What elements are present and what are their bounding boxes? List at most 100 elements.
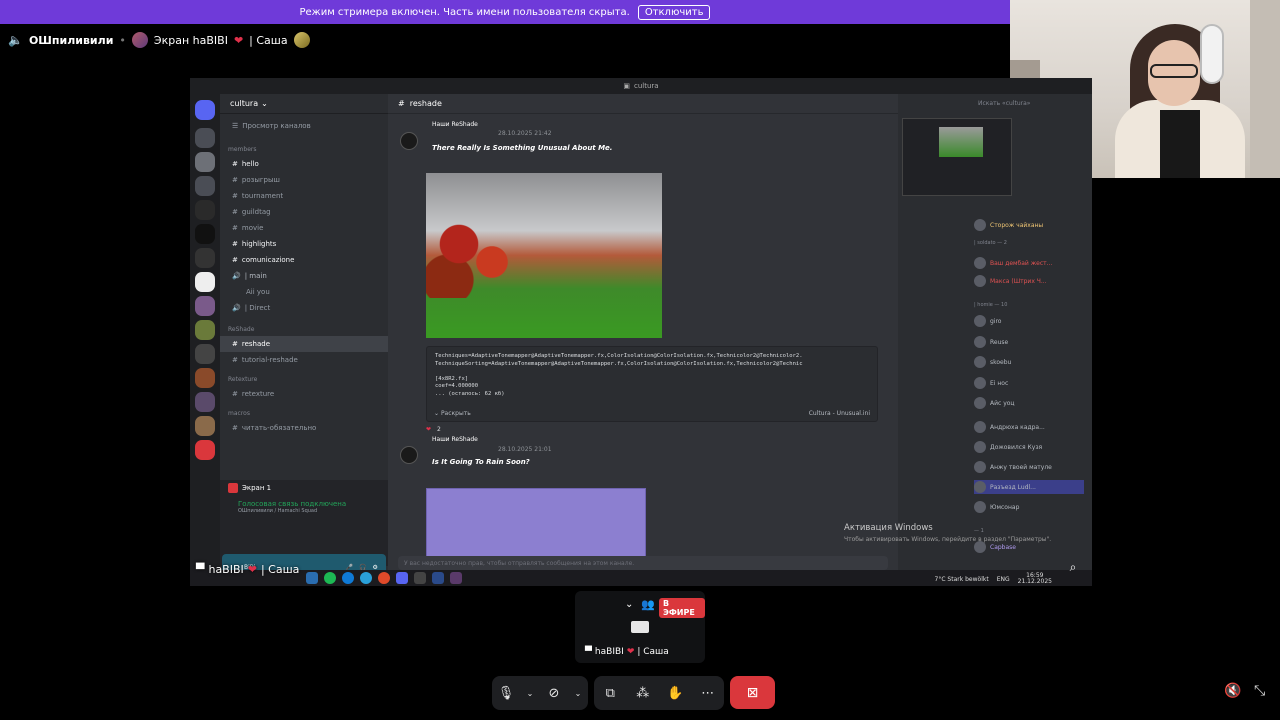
channel-tutorial-reshade[interactable]: # tutorial-reshade [220, 352, 388, 368]
mic-options-chevron-icon[interactable]: ⌄ [523, 689, 537, 698]
member-item[interactable]: Сторож чайханы [974, 218, 1043, 232]
server-icon-4[interactable] [195, 200, 215, 220]
voice-channel-main[interactable]: 🔊 | main [220, 268, 388, 284]
server-icon-5[interactable] [195, 224, 215, 244]
member-item[interactable]: Андрюха кадра... [974, 420, 1045, 434]
channel-sidebar: cultura ⌄ ☰ Просмотр каналов members # h… [220, 94, 388, 580]
stream-preview[interactable] [902, 118, 1012, 196]
exit-fullscreen-icon[interactable]: ⤡ [1254, 683, 1265, 699]
camera-off-icon[interactable]: ⊘ [543, 686, 565, 701]
language-indicator[interactable]: ENG [997, 576, 1010, 583]
category-macros[interactable]: macros [220, 406, 388, 420]
member-item[interactable]: Дожовился Кузя [974, 440, 1042, 454]
spotify-icon[interactable] [324, 572, 336, 584]
member-item[interactable]: giro [974, 314, 1001, 328]
message-author[interactable]: Наши ReShade [432, 121, 478, 128]
member-item[interactable]: Анжу твоей матуле [974, 460, 1052, 474]
microphone-icon[interactable]: 🎙 [495, 686, 517, 701]
soundboard-icon[interactable]: ✋ [664, 686, 686, 701]
category-members[interactable]: members [220, 142, 388, 156]
message-avatar[interactable] [400, 132, 418, 150]
channel-hello[interactable]: # hello [220, 156, 388, 172]
opera-icon[interactable] [378, 572, 390, 584]
message-author[interactable]: Наши ReShade [432, 436, 478, 443]
discord-icon[interactable] [396, 572, 408, 584]
member-item[interactable]: Макса (Штрих Ч... [974, 274, 1047, 288]
camera-options-chevron-icon[interactable]: ⌄ [571, 689, 585, 698]
message-input[interactable]: У вас недостаточно прав, чтобы отправлят… [398, 556, 888, 570]
channel-movie[interactable]: # movie [220, 220, 388, 236]
webcam-door [1250, 0, 1280, 178]
server-icon-9[interactable] [195, 320, 215, 340]
server-icon-3[interactable] [195, 176, 215, 196]
channel-highlights[interactable]: # highlights [220, 236, 388, 252]
channel-giveaway[interactable]: # розыгрыш [220, 172, 388, 188]
dm-icon[interactable] [195, 100, 215, 120]
webcam-headphone [1200, 24, 1224, 84]
channel-read-required[interactable]: # читать-обязательно [220, 420, 388, 436]
server-header[interactable]: cultura ⌄ [220, 94, 388, 114]
voice-user[interactable]: Aii you [220, 284, 388, 300]
server-list [190, 94, 220, 570]
screen-share-row[interactable]: Экран 1 [220, 480, 388, 496]
screen-share-icon[interactable]: ⧉ [599, 686, 621, 701]
app-icon[interactable] [450, 572, 462, 584]
member-item[interactable]: Ваш дембай жест... [974, 256, 1052, 270]
participant-tile[interactable]: ⌄ 👥 В ЭФИРЕ ▀ haBIBI ❤ | Саша [575, 591, 705, 663]
voice-channel-name[interactable]: ОШпиливили [29, 34, 113, 47]
expand-button[interactable]: ⌄ Раскрыть [434, 410, 471, 417]
banner-text: Режим стримера включен. Часть имени поль… [299, 6, 630, 18]
image-attachment[interactable] [426, 488, 646, 558]
member-item[interactable]: Айс уоц [974, 396, 1015, 410]
zoom-icon[interactable]: ⌕ [1064, 560, 1082, 576]
end-call-button[interactable]: ⊠ [730, 676, 775, 709]
server-icon-7[interactable] [195, 272, 215, 292]
server-icon-new[interactable] [195, 440, 215, 460]
server-icon-10[interactable] [195, 344, 215, 364]
message-avatar[interactable] [400, 446, 418, 464]
member-item[interactable]: Reuse [974, 335, 1008, 349]
activities-icon[interactable]: ⁂ [632, 686, 654, 701]
expand-label: Раскрыть [440, 409, 471, 417]
mute-output-icon[interactable]: 🔇 [1224, 683, 1241, 699]
voice-channel-direct[interactable]: 🔊 | Direct [220, 300, 388, 316]
more-icon[interactable]: ⋯ [697, 686, 719, 701]
reaction-heart[interactable]: ❤ 2 [426, 426, 441, 433]
member-item[interactable]: Ei нос [974, 376, 1008, 390]
app-icon[interactable] [414, 572, 426, 584]
voice-connected-text: Голосовая связь подключена [238, 500, 347, 508]
browse-channels[interactable]: ☰ Просмотр каналов [220, 118, 388, 134]
member-item[interactable]: Юмсонар [974, 500, 1019, 514]
weather-widget[interactable]: 7°C Stark bewölkt [935, 576, 989, 583]
member-name: Сторож чайханы [990, 221, 1044, 229]
chevron-down-icon[interactable]: ⌄ [625, 599, 633, 610]
shared-screen[interactable]: ▣ cultura cultura ⌄ ☰ Просмотр каналов m… [190, 78, 1092, 586]
speaker-icon[interactable]: 🔈 [8, 33, 23, 47]
server-icon-1[interactable] [195, 128, 215, 148]
category-reshade[interactable]: ReShade [220, 322, 388, 336]
steam-icon[interactable] [306, 572, 318, 584]
viewers-icon[interactable]: 👥 [641, 598, 655, 611]
channel-tournament[interactable]: # tournament [220, 188, 388, 204]
channel-reshade[interactable]: # reshade [220, 336, 388, 352]
category-retexture[interactable]: Retexture [220, 372, 388, 386]
telegram-icon[interactable] [360, 572, 372, 584]
search-input[interactable]: Искать «cultura» [978, 100, 1030, 107]
channel-guildtag[interactable]: # guildtag [220, 204, 388, 220]
clock[interactable]: 16:59 21.12.2025 [1018, 573, 1052, 585]
server-icon-8[interactable] [195, 296, 215, 316]
server-icon-12[interactable] [195, 392, 215, 412]
edge-icon[interactable] [342, 572, 354, 584]
channel-comunicazione[interactable]: # comunicazione [220, 252, 388, 268]
member-item[interactable]: skoebu [974, 355, 1011, 369]
channel-retexture[interactable]: # retexture [220, 386, 388, 402]
disable-streamer-mode-button[interactable]: Отключить [637, 4, 711, 20]
server-icon-2[interactable] [195, 152, 215, 172]
server-icon-13[interactable] [195, 416, 215, 436]
member-item[interactable]: Разъезд Ludl... [974, 480, 1084, 494]
server-icon-6[interactable] [195, 248, 215, 268]
screenshot-image[interactable] [426, 173, 662, 338]
server-icon-11[interactable] [195, 368, 215, 388]
file-name[interactable]: Cultura - Unusual.ini [809, 410, 870, 417]
app-icon[interactable] [432, 572, 444, 584]
